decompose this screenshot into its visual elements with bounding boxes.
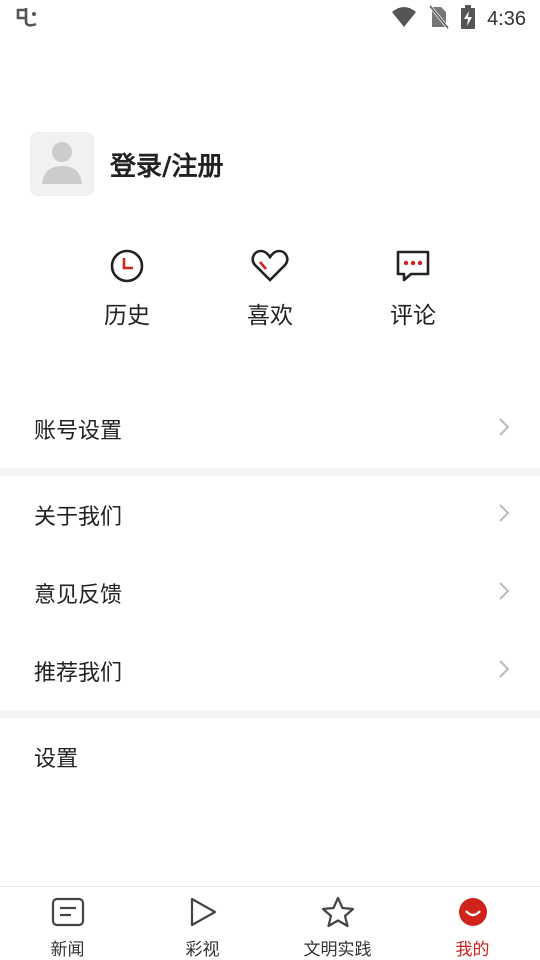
battery-charging-icon [461,5,476,33]
default-avatar-icon [40,138,84,190]
history-button[interactable]: 历史 [77,248,177,330]
news-icon [51,897,85,931]
menu-item-label: 关于我们 [34,505,123,530]
menu-item-label: 账号设置 [34,419,123,444]
app-notification-icon [14,4,40,34]
menu-item-label: 推荐我们 [34,661,123,686]
bottom-tab-bar: 新闻 彩视 文明实践 我的 [0,886,540,960]
tab-civilization-practice[interactable]: 文明实践 [270,887,405,960]
status-bar: 4:36 [0,0,540,38]
menu-item-account-settings[interactable]: 账号设置 [0,390,540,468]
comments-button[interactable]: 评论 [363,248,463,330]
likes-label: 喜欢 [247,303,293,329]
menu-item-about-us[interactable]: 关于我们 [0,476,540,554]
chevron-right-icon [498,659,510,683]
comment-icon [395,248,431,288]
menu-item-recommend-us[interactable]: 推荐我们 [0,632,540,710]
status-time: 4:36 [487,7,526,30]
tab-label: 我的 [455,940,490,960]
play-icon [188,896,218,932]
tab-news[interactable]: 新闻 [0,887,135,960]
tab-video[interactable]: 彩视 [135,887,270,960]
chevron-right-icon [498,581,510,605]
menu-item-label: 设置 [34,747,79,772]
tab-label: 新闻 [50,940,85,960]
clock-icon [109,248,145,288]
menu-list: 账号设置 关于我们 意见反馈 推荐我们 设置 [0,390,540,796]
comments-label: 评论 [390,303,436,329]
likes-button[interactable]: 喜欢 [220,248,320,330]
tab-mine[interactable]: 我的 [405,887,540,960]
section-divider [0,710,540,718]
menu-item-label: 意见反馈 [34,583,123,608]
login-register-label[interactable]: 登录/注册 [110,146,224,183]
avatar[interactable] [30,132,94,196]
menu-item-settings[interactable]: 设置 [0,718,540,796]
no-sim-icon [428,5,450,33]
heart-icon [251,249,289,287]
wifi-icon [391,6,417,32]
star-icon [321,896,355,932]
section-divider [0,468,540,476]
tab-label: 文明实践 [303,940,372,960]
menu-item-feedback[interactable]: 意见反馈 [0,554,540,632]
tab-label: 彩视 [185,940,220,960]
login-register-entry[interactable]: 登录/注册 [30,131,224,197]
history-label: 历史 [104,303,150,329]
quick-actions: 历史 喜欢 评论 [0,248,540,338]
chevron-right-icon [498,503,510,527]
profile-face-icon [457,896,489,932]
chevron-right-icon [498,417,510,441]
